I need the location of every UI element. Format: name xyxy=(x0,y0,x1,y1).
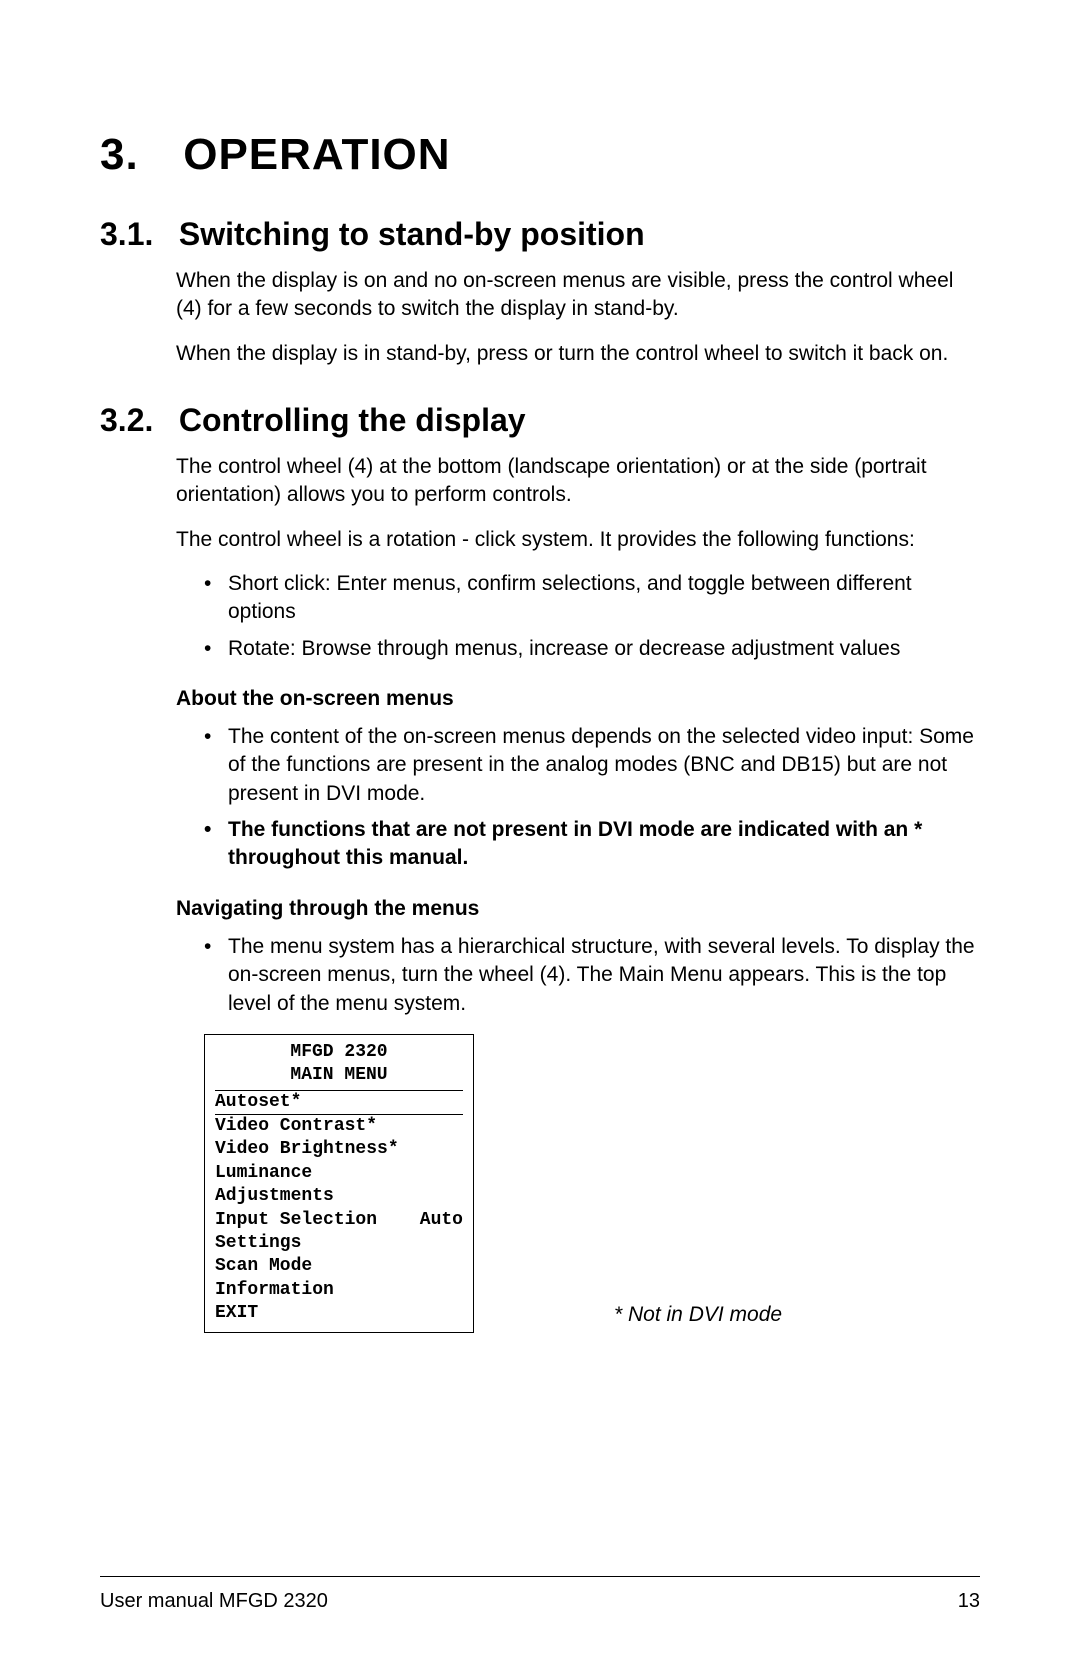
main-menu-box: MFGD 2320 MAIN MENU Autoset* Video Contr… xyxy=(204,1034,474,1333)
subsection-heading: Navigating through the menus xyxy=(176,897,980,921)
menu-item: Settings xyxy=(215,1232,463,1255)
menu-item: Adjustments xyxy=(215,1185,463,1208)
chapter-heading: 3. OPERATION xyxy=(100,130,980,180)
menu-item: Video Contrast* xyxy=(215,1115,463,1138)
section-number: 3.1. xyxy=(100,216,170,253)
menu-item-input-selection: Input Selection Auto xyxy=(215,1209,463,1232)
list-item: The menu system has a hierarchical struc… xyxy=(204,933,980,1018)
section-title: Controlling the display xyxy=(179,402,526,438)
figure-note: * Not in DVI mode xyxy=(614,1303,782,1327)
list-item: Short click: Enter menus, confirm select… xyxy=(204,570,980,627)
footer-left: User manual MFGD 2320 xyxy=(100,1590,328,1613)
footer-page-number: 13 xyxy=(958,1590,980,1613)
list-item: The functions that are not present in DV… xyxy=(204,816,980,873)
section-heading-3-1: 3.1. Switching to stand-by position xyxy=(100,216,980,253)
paragraph: When the display is in stand-by, press o… xyxy=(176,340,980,368)
menu-item: EXIT xyxy=(215,1302,463,1325)
section-title: Switching to stand-by position xyxy=(179,216,645,252)
bullet-list: The content of the on-screen menus depen… xyxy=(204,723,980,873)
paragraph: When the display is on and no on-screen … xyxy=(176,267,980,324)
menu-item-label: Input Selection xyxy=(215,1209,377,1232)
section-heading-3-2: 3.2. Controlling the display xyxy=(100,402,980,439)
menu-item-value: Auto xyxy=(420,1209,463,1232)
menu-item: Information xyxy=(215,1279,463,1302)
list-item: The content of the on-screen menus depen… xyxy=(204,723,980,808)
subsection-heading: About the on-screen menus xyxy=(176,687,980,711)
page-content: 3. OPERATION 3.1. Switching to stand-by … xyxy=(100,130,980,1333)
page-footer: User manual MFGD 2320 13 xyxy=(100,1590,980,1613)
chapter-number: 3. xyxy=(100,130,170,180)
paragraph: The control wheel is a rotation - click … xyxy=(176,526,980,554)
list-item: Rotate: Browse through menus, increase o… xyxy=(204,635,980,663)
section-number: 3.2. xyxy=(100,402,170,439)
menu-item: Scan Mode xyxy=(215,1255,463,1278)
menu-item: Video Brightness* xyxy=(215,1138,463,1161)
menu-figure-row: MFGD 2320 MAIN MENU Autoset* Video Contr… xyxy=(204,1034,980,1333)
menu-title-line1: MFGD 2320 xyxy=(215,1041,463,1064)
paragraph: The control wheel (4) at the bottom (lan… xyxy=(176,453,980,510)
menu-title-line2: MAIN MENU xyxy=(215,1064,463,1087)
menu-header: MFGD 2320 MAIN MENU xyxy=(215,1041,463,1091)
menu-item: Luminance xyxy=(215,1162,463,1185)
chapter-title: OPERATION xyxy=(183,130,450,179)
footer-rule xyxy=(100,1576,980,1577)
bullet-list: Short click: Enter menus, confirm select… xyxy=(204,570,980,663)
bullet-list: The menu system has a hierarchical struc… xyxy=(204,933,980,1018)
menu-item-selected: Autoset* xyxy=(215,1091,463,1115)
